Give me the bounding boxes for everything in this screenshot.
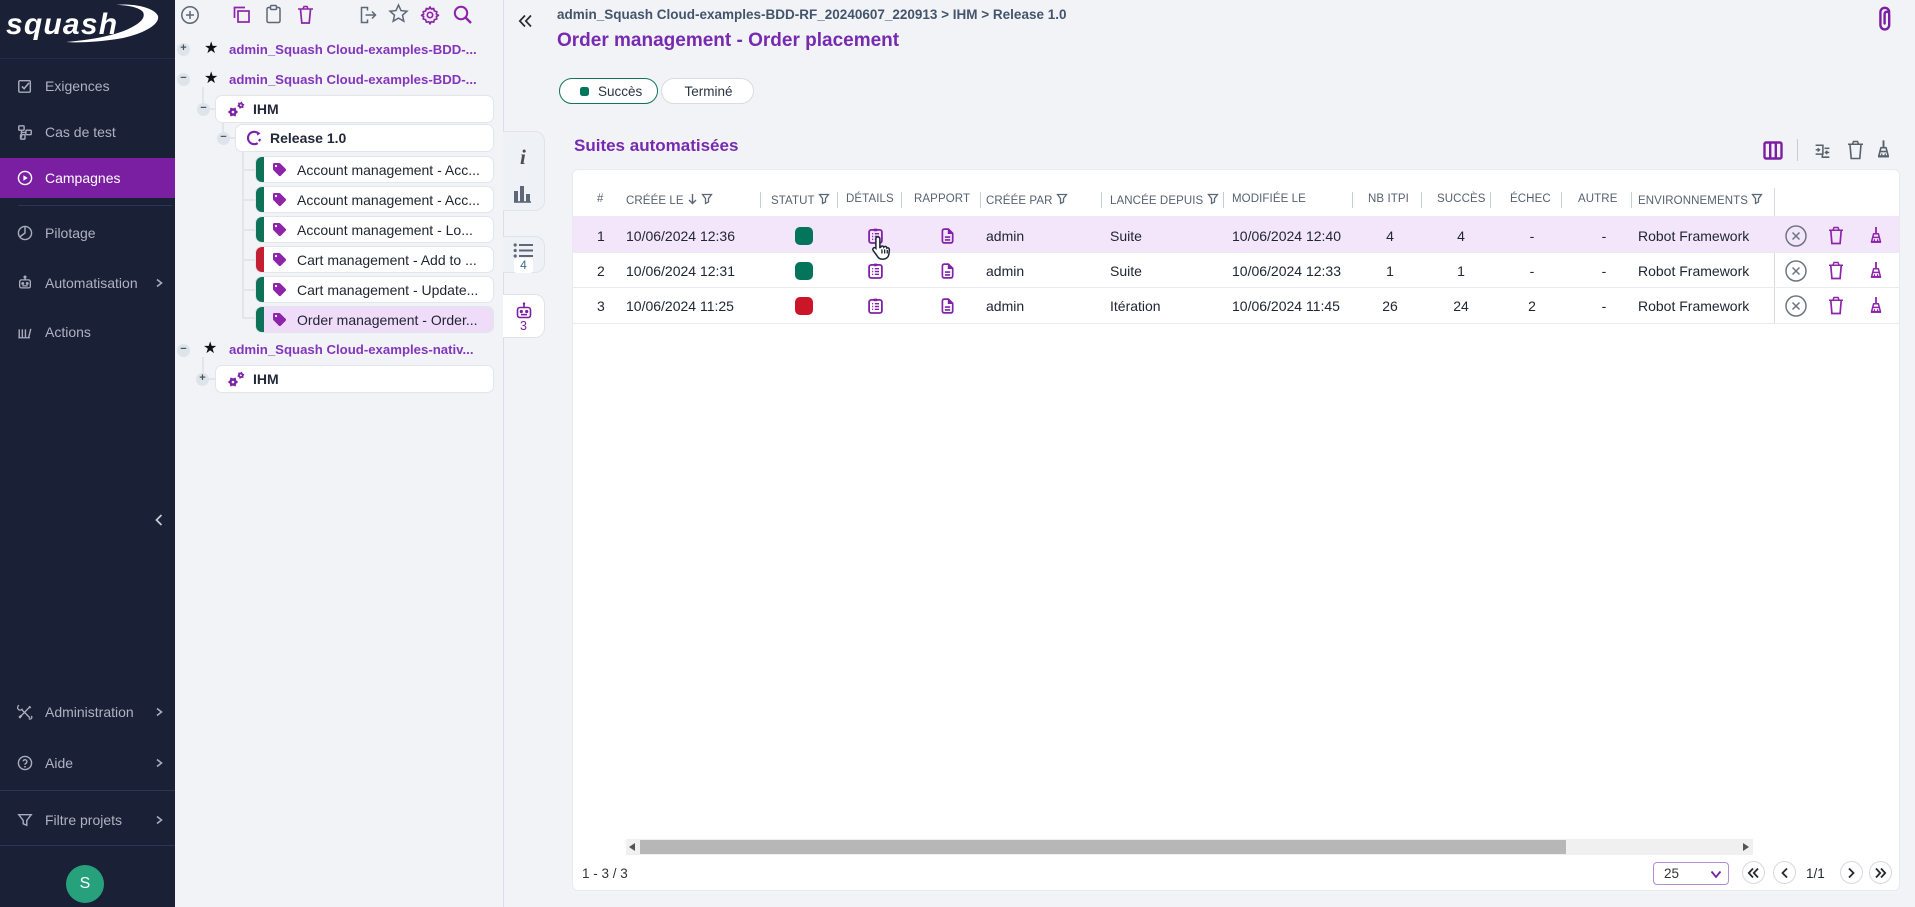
svg-text:squash: squash [6, 8, 118, 41]
